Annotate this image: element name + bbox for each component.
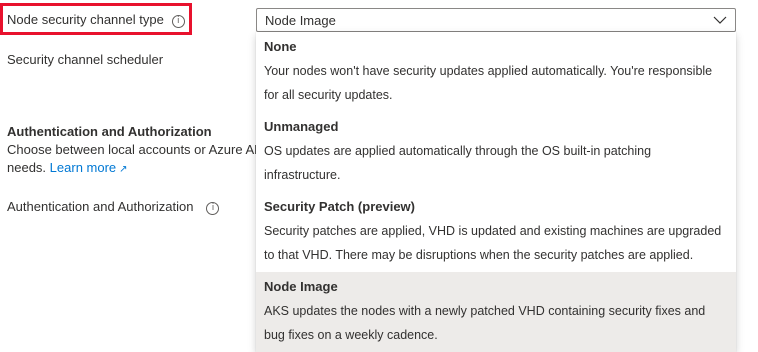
option-desc-line: Your nodes won't have security updates a… (264, 64, 713, 78)
auth-section-desc-line2: needs. Learn more ↗ (7, 159, 264, 179)
option-desc-line: OS updates are applied automatically thr… (264, 144, 652, 158)
auth-section-desc-prefix: needs. (7, 160, 47, 175)
auth-label: Authentication and Authorization (7, 199, 194, 214)
chevron-down-icon (713, 14, 727, 29)
node-security-channel-type-select[interactable]: Node Image (256, 8, 736, 32)
option-title: Node Image (264, 279, 338, 294)
option-desc-line: to that VHD. There may be disruptions wh… (264, 248, 694, 262)
external-link-icon: ↗ (119, 164, 128, 175)
node-security-channel-type-label: Node security channel type (7, 12, 164, 27)
dropdown-option-node-image[interactable]: Node Image AKS updates the nodes with a … (256, 272, 736, 352)
option-title: None (264, 39, 297, 54)
option-description: AKS updates the nodes with a newly patch… (264, 299, 728, 347)
option-desc-line: AKS updates the nodes with a newly patch… (264, 304, 706, 318)
dropdown-option-security-patch[interactable]: Security Patch (preview) Security patche… (256, 192, 736, 272)
option-description: Security patches are applied, VHD is upd… (264, 219, 728, 267)
learn-more-link[interactable]: Learn more ↗ (50, 160, 128, 175)
info-icon[interactable]: i (171, 15, 185, 28)
option-desc-line: for all security updates. (264, 88, 393, 102)
auth-section-desc-line1: Choose between local accounts or Azure A… (7, 142, 264, 157)
option-description: Your nodes won't have security updates a… (264, 59, 728, 107)
auth-section-desc: Choose between local accounts or Azure A… (7, 141, 264, 179)
info-icon[interactable]: i (206, 202, 220, 215)
selected-value: Node Image (265, 13, 336, 28)
option-title: Unmanaged (264, 119, 339, 134)
option-description: OS updates are applied automatically thr… (264, 139, 728, 187)
dropdown-option-unmanaged[interactable]: Unmanaged OS updates are applied automat… (256, 112, 736, 192)
option-title: Security Patch (preview) (264, 199, 415, 214)
security-channel-scheduler-label: Security channel scheduler (7, 52, 164, 67)
option-desc-line: Security patches are applied, VHD is upd… (264, 224, 722, 238)
auth-section-title: Authentication and Authorization (7, 124, 212, 139)
dropdown-list: None Your nodes won't have security upda… (256, 32, 736, 352)
dropdown-option-none[interactable]: None Your nodes won't have security upda… (256, 32, 736, 112)
option-desc-line: bug fixes on a weekly cadence. (264, 328, 438, 342)
option-desc-line: infrastructure. (264, 168, 341, 182)
learn-more-text: Learn more (49, 160, 117, 175)
auth-row: Authentication and Authorization i (7, 199, 220, 215)
node-security-channel-type-row: Node security channel type i (7, 12, 185, 28)
